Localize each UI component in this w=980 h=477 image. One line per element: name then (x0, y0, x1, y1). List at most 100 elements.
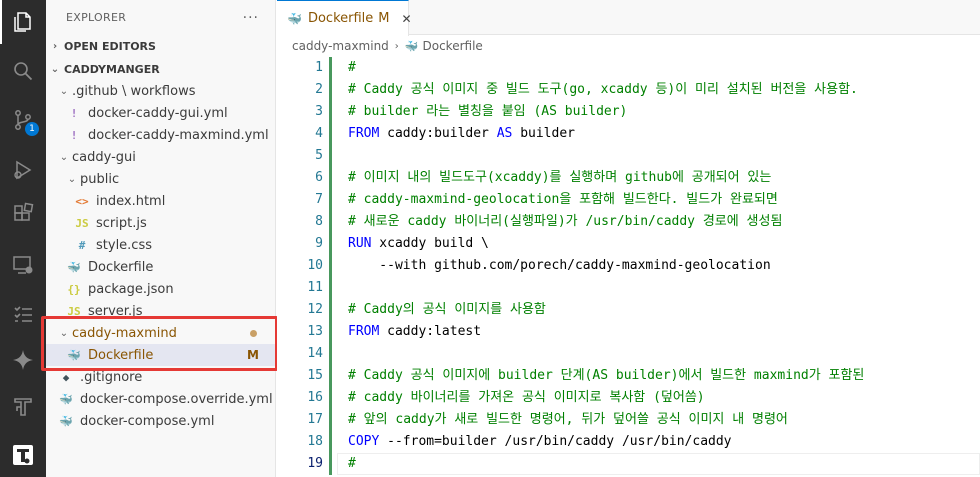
code-line[interactable]: 9 RUN xcaddy build \ (277, 233, 980, 255)
code-line[interactable]: 15 # Caddy 공식 이미지에 builder 단계(AS builder)… (277, 365, 980, 387)
git-change-marker (329, 57, 332, 79)
file-style-css[interactable]: # style.css (46, 234, 275, 256)
chevron-right-icon: › (394, 40, 399, 52)
code-line[interactable]: 13 FROM caddy:latest (277, 321, 980, 343)
file-dockerfile-gui[interactable]: 🐳 Dockerfile (46, 256, 275, 278)
remote-explorer-icon[interactable] (0, 243, 46, 287)
file-label: server.js (88, 303, 143, 319)
file-script-js[interactable]: JS script.js (46, 212, 275, 234)
code-line[interactable]: 18 COPY --from=builder /usr/bin/caddy /us… (277, 431, 980, 453)
folder-github-workflows[interactable]: ⌄ .github \ workflows (46, 80, 275, 102)
code-line[interactable]: 17 # 앞의 caddy가 새로 빌드한 명령어, 뒤가 덮어쓸 공식 이미지 … (277, 409, 980, 431)
docker-compose-icon: 🐳 (59, 392, 73, 406)
code-text: # (348, 453, 356, 475)
folder-caddy-maxmind[interactable]: ⌄ caddy-maxmind (46, 322, 275, 344)
file-index-html[interactable]: <> index.html (46, 190, 275, 212)
code-line[interactable]: 3 # builder 라는 별칭을 붙임 (AS builder) (277, 101, 980, 123)
explorer-header: EXPLORER ··· (46, 0, 275, 35)
line-number: 3 (315, 104, 323, 119)
code-line[interactable]: 16 # caddy 바이너리를 가져온 공식 이미지로 복사함 (덮어씀) (277, 387, 980, 409)
copilot-icon[interactable] (0, 338, 46, 382)
code-line[interactable]: 4 FROM caddy:builder AS builder (277, 123, 980, 145)
code-line[interactable]: 1 # (277, 57, 980, 79)
file-docker-caddy-gui-yml[interactable]: ! docker-caddy-gui.yml (46, 102, 275, 124)
docker-tree-icon[interactable] (0, 385, 46, 429)
html-icon: <> (75, 194, 89, 208)
folder-label: public (80, 171, 120, 187)
file-package-json[interactable]: {} package.json (46, 278, 275, 300)
breadcrumb-folder[interactable]: caddy-maxmind (292, 39, 389, 53)
code-line[interactable]: 6 # 이미지 내의 빌드도구(xcaddy)를 실행하며 github에 공개되… (277, 167, 980, 189)
more-actions-icon[interactable]: ··· (243, 10, 259, 26)
tab-dockerfile[interactable]: 🐳 Dockerfile M ✕ (277, 0, 412, 36)
workspace-root[interactable]: ⌄ CADDYMANGER (46, 58, 275, 80)
file-docker-compose[interactable]: 🐳 docker-compose.yml (46, 410, 275, 432)
code-comment: # Caddy 공식 이미지 중 빌드 도구(go, xcaddy 등)이 미리… (348, 82, 858, 97)
explorer-sidebar: EXPLORER ··· › OPEN EDITORS ⌄ CADDYMANGE… (46, 0, 276, 477)
docker-icon: 🐳 (287, 11, 302, 26)
search-icon[interactable] (0, 49, 46, 93)
explorer-icon[interactable] (0, 0, 46, 44)
git-change-marker (329, 79, 332, 101)
editor-area: 🐳 Dockerfile M ✕ caddy-maxmind › 🐳 Docke… (277, 0, 980, 477)
file-docker-compose-override[interactable]: 🐳 docker-compose.override.yml (46, 388, 275, 410)
line-number: 9 (315, 236, 323, 251)
code-line[interactable]: 5 (277, 145, 980, 167)
git-icon: ◆ (62, 370, 70, 384)
git-change-marker (329, 123, 332, 145)
scm-badge: 1 (25, 122, 39, 136)
line-number: 14 (307, 346, 323, 361)
code-line[interactable]: 14 (277, 343, 980, 365)
git-status-badge: M (247, 348, 259, 362)
file-gitignore[interactable]: ◆ .gitignore (46, 366, 275, 388)
explorer-title: EXPLORER (66, 11, 127, 24)
git-change-marker (329, 211, 332, 233)
open-editors-section[interactable]: › OPEN EDITORS (46, 35, 275, 57)
docker-icon: 🐳 (67, 348, 81, 362)
breadcrumb-file[interactable]: Dockerfile (423, 39, 483, 53)
folder-public[interactable]: ⌄ public (46, 168, 275, 190)
code-line[interactable]: 2 # Caddy 공식 이미지 중 빌드 도구(go, xcaddy 등)이 미… (277, 79, 980, 101)
git-change-marker (329, 365, 332, 387)
breadcrumb: caddy-maxmind › 🐳 Dockerfile (277, 35, 980, 57)
git-change-marker (329, 277, 332, 299)
code-line[interactable]: 11 (277, 277, 980, 299)
git-change-marker (329, 255, 332, 277)
docker-icon: 🐳 (67, 260, 81, 274)
javascript-icon: JS (75, 216, 89, 230)
chevron-down-icon: ⌄ (59, 151, 69, 163)
run-debug-icon[interactable] (0, 148, 46, 192)
code-line[interactable]: 8 # 새로운 caddy 바이너리(실행파일)가 /usr/bin/caddy … (277, 211, 980, 233)
file-dockerfile-maxmind[interactable]: 🐳 Dockerfile M (46, 344, 275, 366)
close-icon[interactable]: ✕ (402, 12, 412, 26)
code-comment: # 앞의 caddy가 새로 빌드한 명령어, 뒤가 덮어쓸 공식 이미지 내 … (348, 412, 788, 427)
line-number: 7 (315, 192, 323, 207)
file-label: docker-compose.override.yml (80, 391, 273, 407)
code-text: # Caddy 공식 이미지에 builder 단계(AS builder)에서… (348, 365, 864, 387)
file-label: package.json (88, 281, 174, 297)
docker-tree-active-icon[interactable] (0, 433, 46, 477)
code-line[interactable]: 12 # Caddy의 공식 이미지를 사용함 (277, 299, 980, 321)
extensions-icon[interactable] (0, 192, 46, 236)
code-text: # 앞의 caddy가 새로 빌드한 명령어, 뒤가 덮어쓸 공식 이미지 내 … (348, 409, 788, 431)
code-line[interactable]: 19 # (277, 453, 980, 475)
line-number: 13 (307, 324, 323, 339)
code-line[interactable]: 10 --with github.com/porech/caddy-maxmin… (277, 255, 980, 277)
open-editors-label: OPEN EDITORS (64, 39, 156, 53)
line-number: 17 (307, 412, 323, 427)
workspace-root-label: CADDYMANGER (64, 62, 160, 76)
tab-modified-badge: M (378, 11, 390, 26)
source-control-icon[interactable]: 1 (0, 98, 46, 142)
file-server-js[interactable]: JS server.js (46, 300, 275, 322)
file-label: Dockerfile (88, 347, 154, 363)
file-docker-caddy-maxmind-yml[interactable]: ! docker-caddy-maxmind.yml (46, 124, 275, 146)
chevron-down-icon: ⌄ (67, 173, 77, 185)
folder-caddy-gui[interactable]: ⌄ caddy-gui (46, 146, 275, 168)
line-number: 19 (307, 456, 323, 471)
line-number: 18 (307, 434, 323, 449)
testing-icon[interactable] (0, 292, 46, 336)
yaml-icon: ! (70, 106, 78, 120)
code-editor[interactable]: 1 #2 # Caddy 공식 이미지 중 빌드 도구(go, xcaddy 등)이… (277, 57, 980, 475)
code-line[interactable]: 7 # caddy-maxmind-geolocation을 포함해 빌드한다. … (277, 189, 980, 211)
chevron-down-icon: ⌄ (59, 327, 69, 339)
